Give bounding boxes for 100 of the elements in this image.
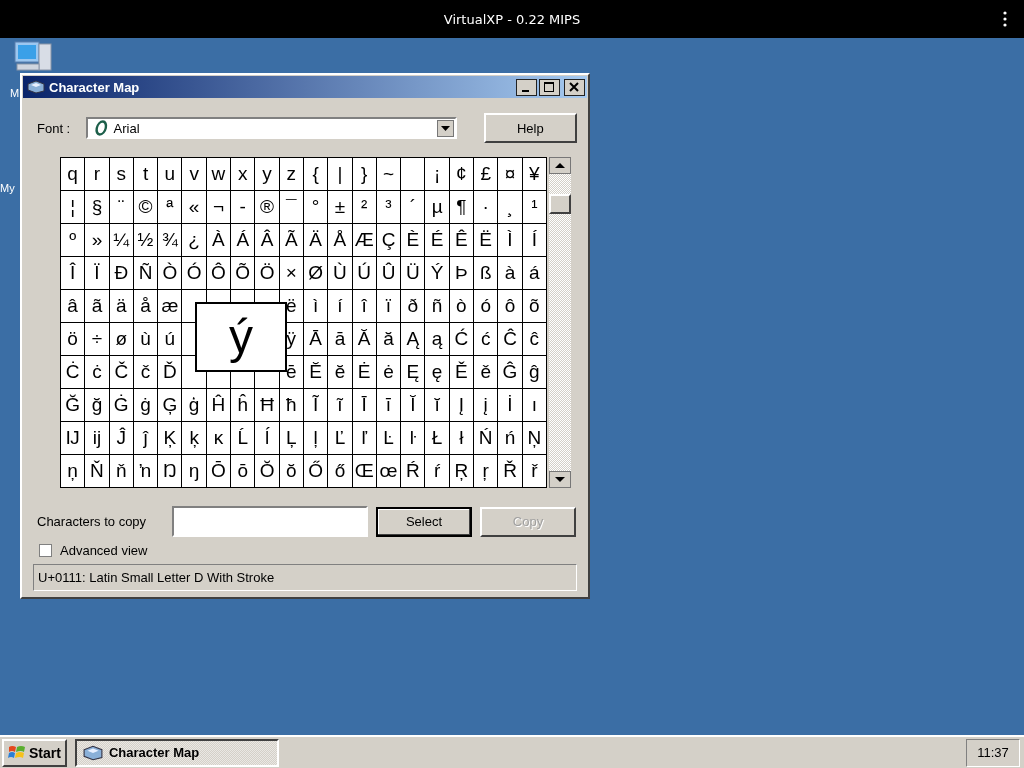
character-cell[interactable]: Ń: [474, 422, 499, 455]
character-cell[interactable]: ·: [474, 191, 499, 224]
character-cell[interactable]: Ł: [425, 422, 450, 455]
character-cell[interactable]: µ: [425, 191, 450, 224]
character-cell[interactable]: Ħ: [255, 389, 280, 422]
character-cell[interactable]: ĩ: [328, 389, 353, 422]
character-cell[interactable]: ĺ: [255, 422, 280, 455]
character-cell[interactable]: s: [109, 158, 134, 191]
character-cell[interactable]: ò: [449, 290, 475, 323]
character-cell[interactable]: ¬: [206, 191, 232, 224]
character-cell[interactable]: ±: [328, 191, 353, 224]
taskbar-button[interactable]: Character Map: [74, 738, 279, 767]
character-cell[interactable]: ¹: [522, 191, 547, 224]
character-cell[interactable]: y: [255, 158, 280, 191]
character-cell[interactable]: ľ: [352, 422, 377, 455]
character-cell[interactable]: Ř: [498, 455, 523, 488]
character-cell[interactable]: q: [61, 158, 86, 191]
character-cell[interactable]: ®: [255, 191, 280, 224]
character-cell[interactable]: Ĝ: [498, 356, 523, 389]
minimize-icon[interactable]: [516, 78, 537, 96]
character-cell[interactable]: Â: [255, 224, 280, 257]
character-cell[interactable]: º: [61, 224, 86, 257]
character-cell[interactable]: ċ: [85, 356, 110, 389]
character-cell[interactable]: Œ: [352, 455, 377, 488]
character-cell[interactable]: ņ: [61, 455, 86, 488]
character-cell[interactable]: ¼: [109, 224, 134, 257]
scroll-down-icon[interactable]: [548, 471, 571, 488]
character-cell[interactable]: ī: [376, 389, 402, 422]
help-button[interactable]: Help: [483, 113, 577, 143]
character-cell[interactable]: t: [133, 158, 159, 191]
character-cell[interactable]: Ļ: [279, 422, 304, 455]
character-cell[interactable]: Ù: [328, 257, 353, 290]
character-cell[interactable]: Ŀ: [376, 422, 402, 455]
character-cell[interactable]: Ò: [158, 257, 183, 290]
character-cell[interactable]: É: [425, 224, 450, 257]
character-cell[interactable]: -: [231, 191, 256, 224]
character-cell[interactable]: ×: [279, 257, 304, 290]
character-cell[interactable]: Ĺ: [231, 422, 256, 455]
character-cell[interactable]: ā: [328, 323, 353, 356]
character-cell[interactable]: ä: [109, 290, 134, 323]
character-cell[interactable]: č: [133, 356, 159, 389]
character-cell[interactable]: ŉ: [133, 455, 159, 488]
character-cell[interactable]: Ė: [352, 356, 377, 389]
character-cell[interactable]: Ĳ: [61, 422, 86, 455]
character-cell[interactable]: ĵ: [133, 422, 159, 455]
character-cell[interactable]: İ: [498, 389, 523, 422]
character-cell[interactable]: â: [61, 290, 86, 323]
character-cell[interactable]: ÷: [85, 323, 110, 356]
character-cell[interactable]: §: [85, 191, 110, 224]
character-cell[interactable]: õ: [522, 290, 547, 323]
character-cell[interactable]: ì: [303, 290, 329, 323]
character-cell[interactable]: Ģ: [158, 389, 183, 422]
character-cell[interactable]: ą: [425, 323, 450, 356]
character-cell[interactable]: Î: [61, 257, 86, 290]
character-cell[interactable]: ğ: [85, 389, 110, 422]
character-cell[interactable]: v: [182, 158, 207, 191]
character-cell[interactable]: Ċ: [61, 356, 86, 389]
character-cell[interactable]: Ŏ: [255, 455, 280, 488]
character-cell[interactable]: ř: [522, 455, 547, 488]
character-cell[interactable]: Ŕ: [401, 455, 426, 488]
character-cell[interactable]: ¯: [279, 191, 304, 224]
character-cell[interactable]: Ľ: [328, 422, 353, 455]
character-cell[interactable]: Ø: [303, 257, 329, 290]
character-cell[interactable]: Ŋ: [158, 455, 183, 488]
character-cell[interactable]: Ú: [352, 257, 377, 290]
character-cell[interactable]: ĝ: [522, 356, 547, 389]
character-cell[interactable]: ã: [85, 290, 110, 323]
character-cell[interactable]: ń: [498, 422, 523, 455]
character-cell[interactable]: ŋ: [182, 455, 207, 488]
character-cell[interactable]: í: [328, 290, 353, 323]
character-cell[interactable]: ó: [474, 290, 499, 323]
character-cell[interactable]: Ď: [158, 356, 183, 389]
character-cell[interactable]: Û: [376, 257, 402, 290]
character-cell[interactable]: à: [498, 257, 523, 290]
character-cell[interactable]: Þ: [449, 257, 475, 290]
character-cell[interactable]: Ý: [425, 257, 450, 290]
character-cell[interactable]: ę: [425, 356, 450, 389]
scrollbar[interactable]: [548, 157, 571, 488]
characters-to-copy-field[interactable]: [172, 506, 368, 537]
scroll-up-icon[interactable]: [548, 157, 571, 174]
character-cell[interactable]: Ă: [352, 323, 377, 356]
character-cell[interactable]: ļ: [303, 422, 329, 455]
character-cell[interactable]: Ĩ: [303, 389, 329, 422]
character-cell[interactable]: ı: [522, 389, 547, 422]
character-cell[interactable]: Ā: [303, 323, 329, 356]
empty-cell[interactable]: [401, 158, 426, 191]
character-cell[interactable]: °: [303, 191, 329, 224]
character-cell[interactable]: ć: [474, 323, 499, 356]
character-cell[interactable]: Ĵ: [109, 422, 134, 455]
character-cell[interactable]: ¦: [61, 191, 86, 224]
character-cell[interactable]: «: [182, 191, 207, 224]
character-cell[interactable]: á: [522, 257, 547, 290]
character-cell[interactable]: ŗ: [474, 455, 499, 488]
character-cell[interactable]: î: [352, 290, 377, 323]
character-cell[interactable]: ĳ: [85, 422, 110, 455]
character-cell[interactable]: Ķ: [158, 422, 183, 455]
character-cell[interactable]: Ě: [449, 356, 475, 389]
character-cell[interactable]: }: [352, 158, 377, 191]
start-button[interactable]: Start: [2, 738, 67, 767]
character-cell[interactable]: Ę: [401, 356, 426, 389]
